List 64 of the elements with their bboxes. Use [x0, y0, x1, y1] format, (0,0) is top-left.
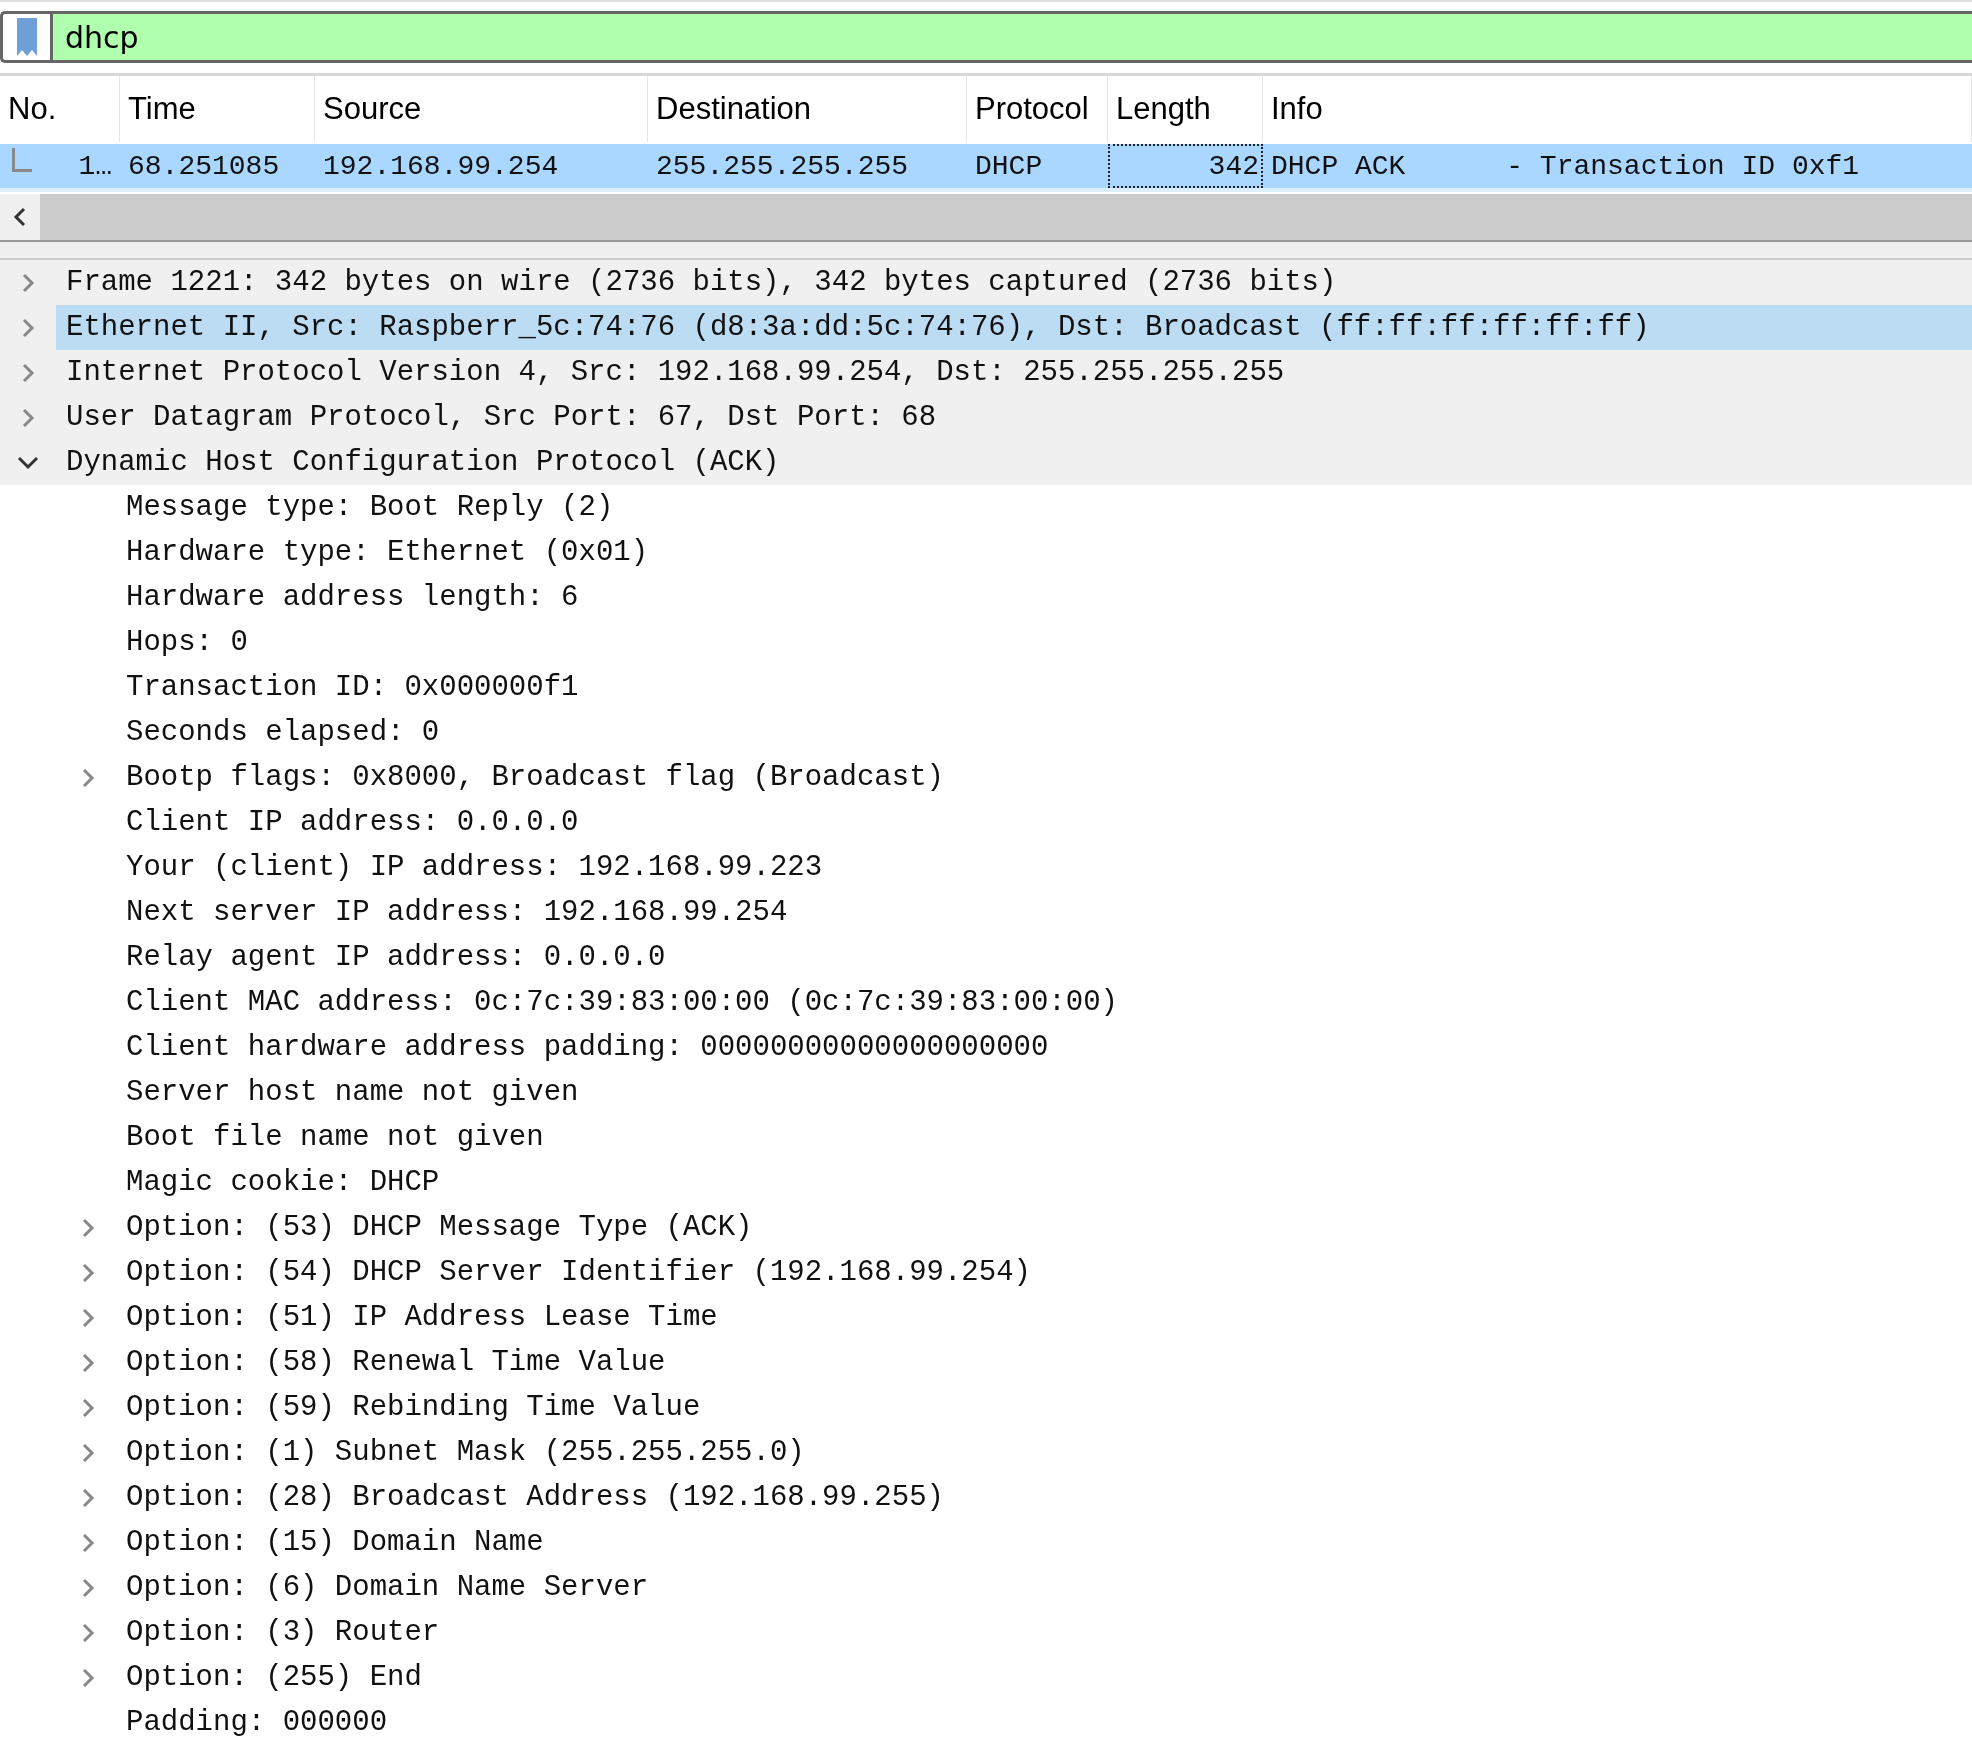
- chevron-right-icon[interactable]: [81, 1261, 95, 1284]
- tree-item[interactable]: Option: (53) DHCP Message Type (ACK): [116, 1205, 1972, 1250]
- tree-item[interactable]: Client hardware address padding: 00000000000000000000: [116, 1025, 1972, 1070]
- tree-item[interactable]: Relay agent IP address: 0.0.0.0: [116, 935, 1972, 980]
- tree-item[interactable]: Padding: 000000: [116, 1700, 1972, 1745]
- tree-item[interactable]: Magic cookie: DHCP: [116, 1160, 1972, 1205]
- scroll-left-icon[interactable]: [13, 206, 27, 228]
- bookmark-icon[interactable]: [15, 17, 38, 57]
- chevron-right-icon[interactable]: [21, 316, 35, 339]
- tree-item[interactable]: Client IP address: 0.0.0.0: [116, 800, 1972, 845]
- chevron-down-icon[interactable]: [16, 454, 40, 471]
- tree-item[interactable]: Option: (58) Renewal Time Value: [116, 1340, 1972, 1385]
- table-cell: 342: [1108, 144, 1263, 188]
- chevron-right-icon[interactable]: [21, 406, 35, 429]
- chevron-right-icon[interactable]: [81, 1306, 95, 1329]
- column-header[interactable]: Length: [1108, 76, 1263, 142]
- tree-item[interactable]: Bootp flags: 0x8000, Broadcast flag (Broadcast): [116, 755, 1972, 800]
- chevron-right-icon[interactable]: [81, 1351, 95, 1374]
- tree-item[interactable]: Server host name not given: [116, 1070, 1972, 1115]
- chevron-right-icon[interactable]: [21, 361, 35, 384]
- tree-corner-icon: [12, 148, 32, 172]
- tree-item[interactable]: Seconds elapsed: 0: [116, 710, 1972, 755]
- table-cell: 1…: [78, 150, 112, 182]
- tree-item[interactable]: Option: (54) DHCP Server Identifier (192.168.99.254): [116, 1250, 1972, 1295]
- tree-item[interactable]: Option: (51) IP Address Lease Time: [116, 1295, 1972, 1340]
- table-cell-text: 255.255.255.255: [655, 149, 910, 184]
- column-header[interactable]: Source: [315, 76, 648, 142]
- chevron-right-icon[interactable]: [81, 1666, 95, 1689]
- chevron-right-icon[interactable]: [21, 271, 35, 294]
- column-header[interactable]: Protocol: [967, 76, 1108, 142]
- tree-item[interactable]: Option: (3) Router: [116, 1610, 1972, 1655]
- chevron-right-icon[interactable]: [81, 1621, 95, 1644]
- chevron-right-icon[interactable]: [81, 1396, 95, 1419]
- chevron-right-icon[interactable]: [81, 1531, 95, 1554]
- tree-item[interactable]: Hops: 0: [116, 620, 1972, 665]
- tree-item[interactable]: Transaction ID: 0x000000f1: [116, 665, 1972, 710]
- tree-item[interactable]: Option: (59) Rebinding Time Value: [116, 1385, 1972, 1430]
- chevron-right-icon[interactable]: [81, 766, 95, 789]
- tree-item[interactable]: Client MAC address: 0c:7c:39:83:00:00 (0c:7c:39:83:00:00): [116, 980, 1972, 1025]
- tree-item[interactable]: Option: (1) Subnet Mask (255.255.255.0): [116, 1430, 1972, 1475]
- table-cell-text: 192.168.99.254: [322, 149, 560, 184]
- tree-item[interactable]: Hardware type: Ethernet (0x01): [116, 530, 1972, 575]
- column-header[interactable]: Destination: [648, 76, 967, 142]
- chevron-right-icon[interactable]: [81, 1486, 95, 1509]
- column-header[interactable]: Info: [1263, 76, 1972, 142]
- column-header[interactable]: Time: [120, 76, 315, 142]
- chevron-right-icon[interactable]: [81, 1216, 95, 1239]
- chevron-right-icon[interactable]: [81, 1576, 95, 1599]
- tree-item[interactable]: Next server IP address: 192.168.99.254: [116, 890, 1972, 935]
- table-cell-text: DHCP: [974, 149, 1044, 184]
- table-cell-text: 68.251085: [127, 149, 281, 184]
- tree-item[interactable]: Option: (15) Domain Name: [116, 1520, 1972, 1565]
- column-header[interactable]: No.: [0, 76, 120, 142]
- tree-item[interactable]: Message type: Boot Reply (2): [116, 485, 1972, 530]
- tree-item[interactable]: Ethernet II, Src: Raspberr_5c:74:76 (d8:3a:dd:5c:74:76), Dst: Broadcast (ff:ff:ff:ff:ff:ff): [56, 305, 1972, 350]
- tree-item[interactable]: Your (client) IP address: 192.168.99.223: [116, 845, 1972, 890]
- packet-row[interactable]: 1… 68.251085 192.168.99.254 255.255.255.255 DHCP 342 DHCP ACK - Transaction ID 0xf1: [0, 144, 1972, 192]
- tree-item[interactable]: Option: (28) Broadcast Address (192.168.99.255): [116, 1475, 1972, 1520]
- tree-item[interactable]: Boot file name not given: [116, 1115, 1972, 1160]
- tree-item[interactable]: Hardware address length: 6: [116, 575, 1972, 620]
- tree-item[interactable]: Option: (6) Domain Name Server: [116, 1565, 1972, 1610]
- chevron-right-icon[interactable]: [81, 1441, 95, 1464]
- tree-item[interactable]: Option: (255) End: [116, 1655, 1972, 1700]
- table-cell-text: DHCP ACK - Transaction ID 0xf1: [1270, 149, 1861, 184]
